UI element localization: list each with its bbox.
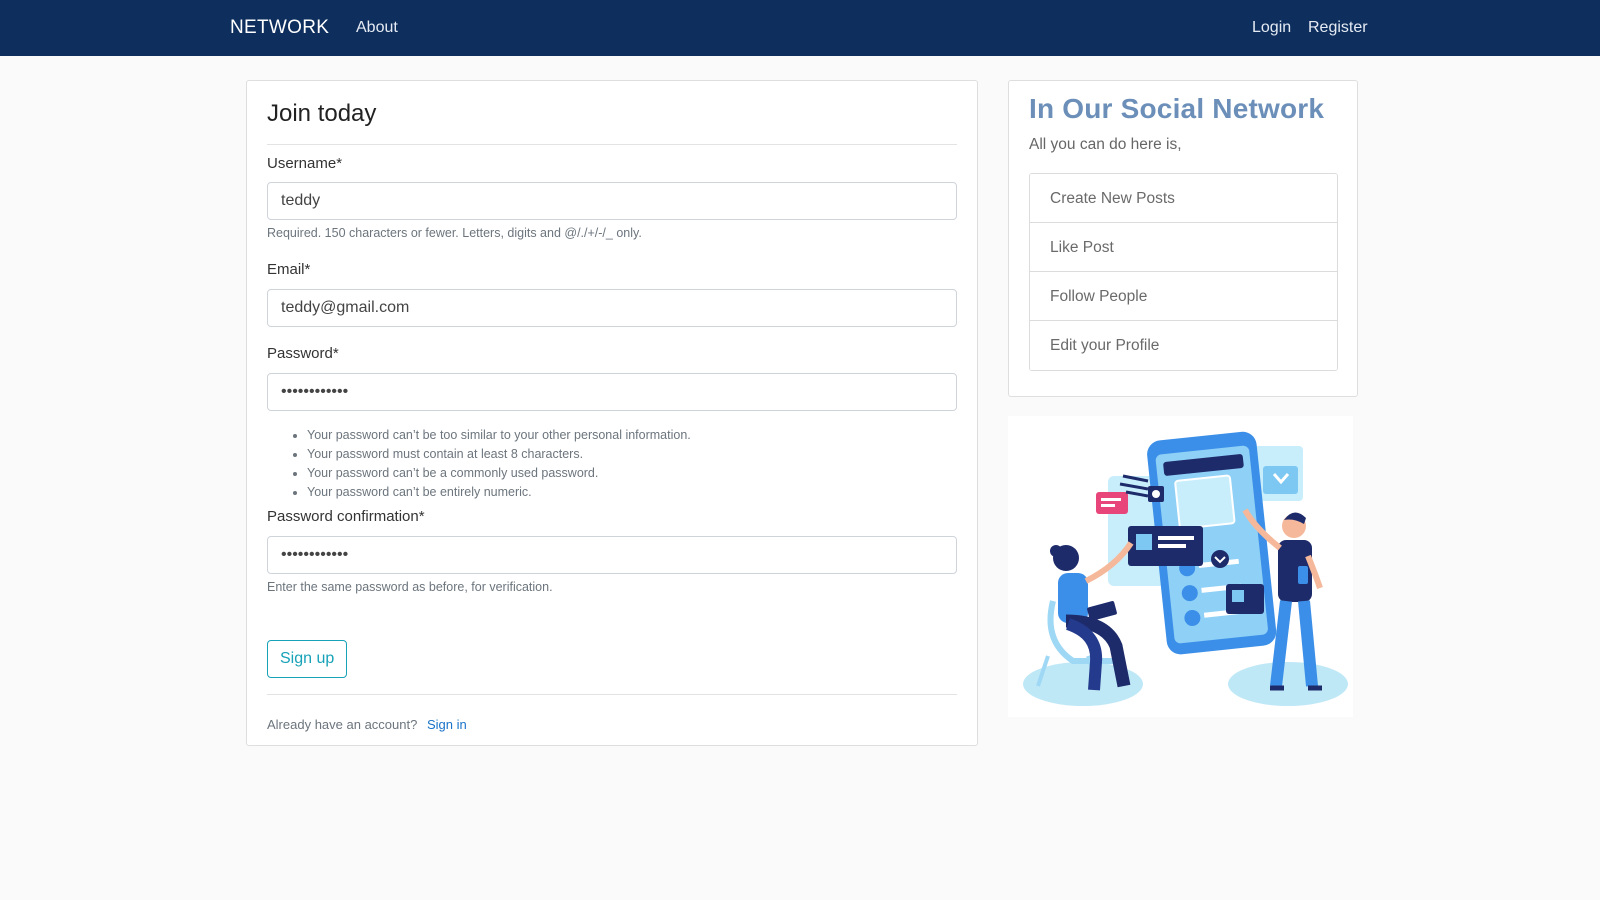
nav-register-link[interactable]: Register [1308, 19, 1368, 37]
illustration-icon [1023, 431, 1348, 706]
sidebar-subtitle: All you can do here is, [1029, 136, 1182, 153]
brand-link[interactable]: NETWORK [230, 17, 329, 39]
email-input[interactable] [267, 289, 957, 327]
features-list: Create New Posts Like Post Follow People… [1029, 173, 1338, 371]
feature-item-create-posts[interactable]: Create New Posts [1030, 174, 1337, 223]
username-label: Username* [267, 155, 343, 172]
form-title: Join today [267, 97, 957, 145]
top-navbar: NETWORK About Login Register [0, 0, 1600, 56]
feature-item-edit-profile[interactable]: Edit your Profile [1030, 321, 1337, 370]
username-input[interactable] [267, 182, 957, 220]
sidebar-title: In Our Social Network [1029, 93, 1325, 124]
password-rule-item: Your password can’t be entirely numeric. [307, 483, 691, 502]
password-rules-list: Your password can’t be too similar to yo… [307, 426, 691, 502]
password-rule-item: Your password can’t be a commonly used p… [307, 464, 691, 483]
feature-item-like-post[interactable]: Like Post [1030, 223, 1337, 272]
password-label: Password* [267, 345, 339, 362]
signup-form-card: Join today Username* Required. 150 chara… [246, 80, 978, 746]
email-label: Email* [267, 261, 311, 278]
signin-prompt-text: Already have an account? [267, 717, 418, 732]
form-divider [267, 694, 957, 695]
password-confirm-label: Password confirmation* [267, 508, 425, 525]
signin-prompt: Already have an account? Sign in [267, 717, 467, 732]
nav-login-link[interactable]: Login [1252, 19, 1291, 37]
password-confirm-help-text: Enter the same password as before, for v… [267, 580, 553, 594]
password-confirm-input[interactable] [267, 536, 957, 574]
feature-item-follow-people[interactable]: Follow People [1030, 272, 1337, 321]
social-network-illustration [1008, 416, 1353, 717]
username-help-text: Required. 150 characters or fewer. Lette… [267, 226, 642, 240]
password-rule-item: Your password can’t be too similar to yo… [307, 426, 691, 445]
password-input[interactable] [267, 373, 957, 411]
signin-link[interactable]: Sign in [427, 717, 467, 732]
signup-button[interactable]: Sign up [267, 640, 348, 678]
features-sidebar-card: In Our Social Network All you can do her… [1008, 80, 1358, 397]
password-rule-item: Your password must contain at least 8 ch… [307, 445, 691, 464]
nav-about-link[interactable]: About [356, 19, 398, 37]
